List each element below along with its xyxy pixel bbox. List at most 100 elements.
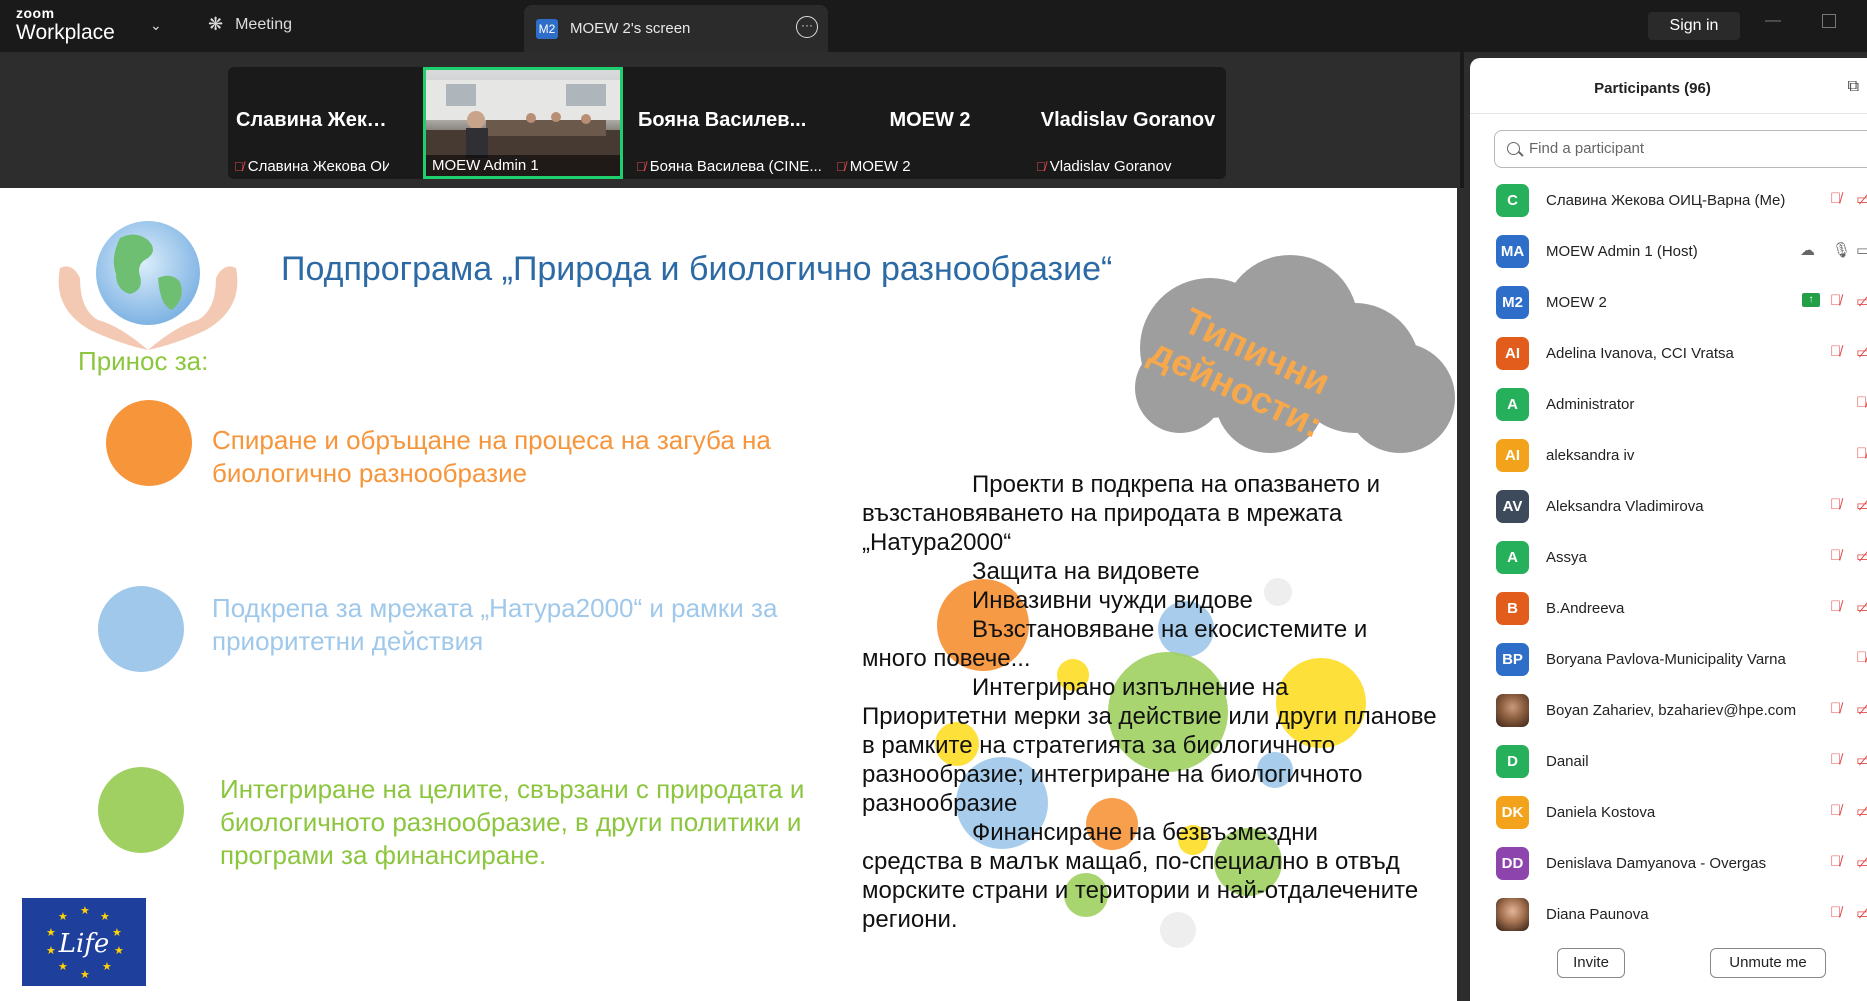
life-programme-logo: ★ ★ ★ ★ ★ ★ ★ ★ ★ ★ Life	[22, 898, 146, 986]
activity-paragraph: Интегрирано изпълнение на Приоритетни мер…	[862, 673, 1442, 818]
mic-off-icon[interactable]: 🎙̸	[1830, 343, 1841, 360]
activity-rest: много повече...	[862, 645, 1031, 672]
participants-title: Participants (96)	[1594, 80, 1711, 97]
participant-name: Daniela Kostova	[1546, 804, 1656, 821]
video-off-icon[interactable]: ▭̸	[1856, 343, 1867, 361]
mic-off-icon[interactable]: 🎙̸	[1830, 496, 1841, 513]
mic-off-icon[interactable]: 🎙̸	[1830, 802, 1841, 819]
tile-caption: 🎙̸Славина Жекова ОИЦ...	[234, 158, 389, 175]
title-bar: zoom Workplace ⌄ ❋ Meeting M2 MOEW 2's s…	[0, 0, 1867, 52]
participant-row[interactable]: AI aleksandra iv 🎙̸	[1470, 431, 1867, 482]
tile-caption: MOEW Admin 1	[426, 155, 620, 176]
tile-caption: 🎙̸ Бояна Василева (CINE...	[636, 158, 826, 175]
activity-rest: възстановяването на природата в мрежата …	[862, 500, 1343, 556]
participant-row[interactable]: C Славина Жекова ОИЦ-Варна (Me) 🎙̸ ▭̸	[1470, 176, 1867, 227]
participant-row[interactable]: AI Adelina Ivanova, CCI Vratsa 🎙̸ ▭̸	[1470, 329, 1867, 380]
video-on-icon[interactable]: ▭	[1856, 241, 1867, 259]
svg-text:★: ★	[102, 960, 112, 973]
video-off-icon[interactable]: ▭̸	[1856, 751, 1867, 769]
avatar: BP	[1496, 643, 1529, 676]
mic-off-icon[interactable]: 🎙̸	[1856, 445, 1867, 462]
video-off-icon[interactable]: ▭̸	[1856, 598, 1867, 616]
avatar: AI	[1496, 337, 1529, 370]
participant-row[interactable]: A Administrator 🎙̸	[1470, 380, 1867, 431]
pop-out-icon[interactable]: ⧉	[1848, 78, 1859, 96]
screen-tab-badge: M2	[536, 18, 558, 39]
meeting-icon: ❋	[208, 14, 224, 34]
tile-name: MOEW 2	[889, 109, 971, 131]
tile-name: Славина Жеко...	[236, 109, 389, 131]
mic-off-icon: 🎙̸	[636, 159, 646, 174]
video-off-icon[interactable]: ▭̸	[1856, 802, 1867, 820]
video-tile-active-speaker[interactable]: MOEW Admin 1	[423, 67, 623, 179]
tile-caption: 🎙̸ MOEW 2	[836, 158, 1026, 175]
participant-row[interactable]: M2 MOEW 2 ↑ 🎙̸ ▭̸	[1470, 278, 1867, 329]
invite-button[interactable]: Invite	[1557, 948, 1625, 978]
mic-off-icon[interactable]: 🎙̸	[1830, 547, 1841, 564]
participant-row[interactable]: BP Boryana Pavlova-Municipality Varna 🎙̸	[1470, 635, 1867, 686]
mic-on-icon[interactable]: 🎙	[1832, 241, 1851, 259]
logo-line-2: Workplace	[16, 21, 115, 44]
video-off-icon[interactable]: ▭̸	[1856, 853, 1867, 871]
unmute-me-button[interactable]: Unmute me	[1710, 948, 1826, 978]
participant-search-input[interactable]: Find a participant	[1494, 130, 1867, 168]
tile-caption: 🎙̸ Vladislav Goranov	[1036, 158, 1222, 175]
participants-header: Participants (96) ⧉	[1470, 58, 1867, 114]
avatar: A	[1496, 541, 1529, 574]
mic-off-icon[interactable]: 🎙̸	[1830, 598, 1841, 615]
more-options-icon[interactable]: ···	[796, 16, 818, 38]
mic-off-icon[interactable]: 🎙̸	[1856, 649, 1867, 666]
avatar-photo	[1496, 694, 1529, 727]
mic-off-icon[interactable]: 🎙̸	[1856, 394, 1867, 411]
maximize-icon[interactable]	[1822, 14, 1836, 28]
avatar: AI	[1496, 439, 1529, 472]
participant-row[interactable]: D Danail 🎙̸ ▭̸	[1470, 737, 1867, 788]
mic-off-icon[interactable]: 🎙̸	[1830, 190, 1841, 207]
participant-row[interactable]: A Assya 🎙̸ ▭̸	[1470, 533, 1867, 584]
tile-caption-text: Бояна Василева (CINE...	[649, 158, 822, 175]
search-icon	[1507, 142, 1520, 155]
screen-share-tab[interactable]: M2 MOEW 2's screen ···	[524, 5, 828, 52]
participant-row[interactable]: B B.Andreeva 🎙̸ ▭̸	[1470, 584, 1867, 635]
tile-caption-text: Vladislav Goranov	[1049, 158, 1172, 175]
logo-line-1: zoom	[16, 5, 55, 21]
participant-row[interactable]: Diana Paunova 🎙̸ ▭̸	[1470, 890, 1867, 941]
video-off-icon[interactable]: ▭̸	[1856, 904, 1867, 922]
video-off-icon[interactable]: ▭̸	[1856, 700, 1867, 718]
video-tile[interactable]: MOEW 2 🎙̸ MOEW 2	[830, 67, 1030, 179]
sign-in-button[interactable]: Sign in	[1648, 12, 1740, 40]
mic-off-icon[interactable]: 🎙̸	[1830, 700, 1841, 717]
panel-divider[interactable]	[1457, 188, 1464, 1001]
video-off-icon[interactable]: ▭̸	[1856, 547, 1867, 565]
video-tile[interactable]: Vladislav Goranov 🎙̸ Vladislav Goranov	[1030, 67, 1226, 179]
mic-off-icon[interactable]: 🎙̸	[1830, 853, 1841, 870]
activity-paragraph: Инвазивни чужди видове	[972, 587, 1253, 614]
tile-name: Бояна Василев...	[638, 109, 807, 131]
avatar-photo	[1496, 898, 1529, 931]
mic-off-icon[interactable]: 🎙̸	[1830, 904, 1841, 921]
video-off-icon[interactable]: ▭̸	[1856, 190, 1867, 208]
mic-off-icon[interactable]: 🎙̸	[1830, 292, 1841, 309]
video-tile[interactable]: Бояна Василев... 🎙̸ Бояна Василева (CINE.…	[630, 67, 830, 179]
participant-name: Administrator	[1546, 396, 1635, 413]
avatar: B	[1496, 592, 1529, 625]
participant-row[interactable]: AV Aleksandra Vladimirova 🎙̸ ▭̸	[1470, 482, 1867, 533]
video-filmstrip: Славина Жеко... 🎙̸Славина Жекова ОИЦ... …	[228, 67, 1226, 179]
meeting-tab[interactable]: ❋ Meeting	[208, 14, 292, 35]
tile-caption-text: Славина Жекова ОИЦ...	[247, 158, 389, 175]
avatar: A	[1496, 388, 1529, 421]
svg-text:★: ★	[114, 944, 124, 957]
video-tile[interactable]: Славина Жеко... 🎙̸Славина Жекова ОИЦ...	[228, 67, 393, 179]
activity-first: Възстановяване на екосистемите и	[972, 616, 1368, 643]
zoom-logo[interactable]: zoom Workplace	[16, 6, 115, 43]
participant-row[interactable]: DD Denislava Damyanova - Overgas 🎙̸ ▭̸	[1470, 839, 1867, 890]
video-off-icon[interactable]: ▭̸	[1856, 496, 1867, 514]
avatar: D	[1496, 745, 1529, 778]
participant-row[interactable]: MA MOEW Admin 1 (Host) ☁ 🎙 ▭	[1470, 227, 1867, 278]
chevron-down-icon[interactable]: ⌄	[150, 17, 162, 34]
participant-row[interactable]: Boyan Zahariev, bzahariev@hpe.com 🎙̸ ▭̸	[1470, 686, 1867, 737]
minimize-icon[interactable]: —	[1765, 12, 1781, 30]
mic-off-icon[interactable]: 🎙̸	[1830, 751, 1841, 768]
participant-row[interactable]: DK Daniela Kostova 🎙̸ ▭̸	[1470, 788, 1867, 839]
video-off-icon[interactable]: ▭̸	[1856, 292, 1867, 310]
